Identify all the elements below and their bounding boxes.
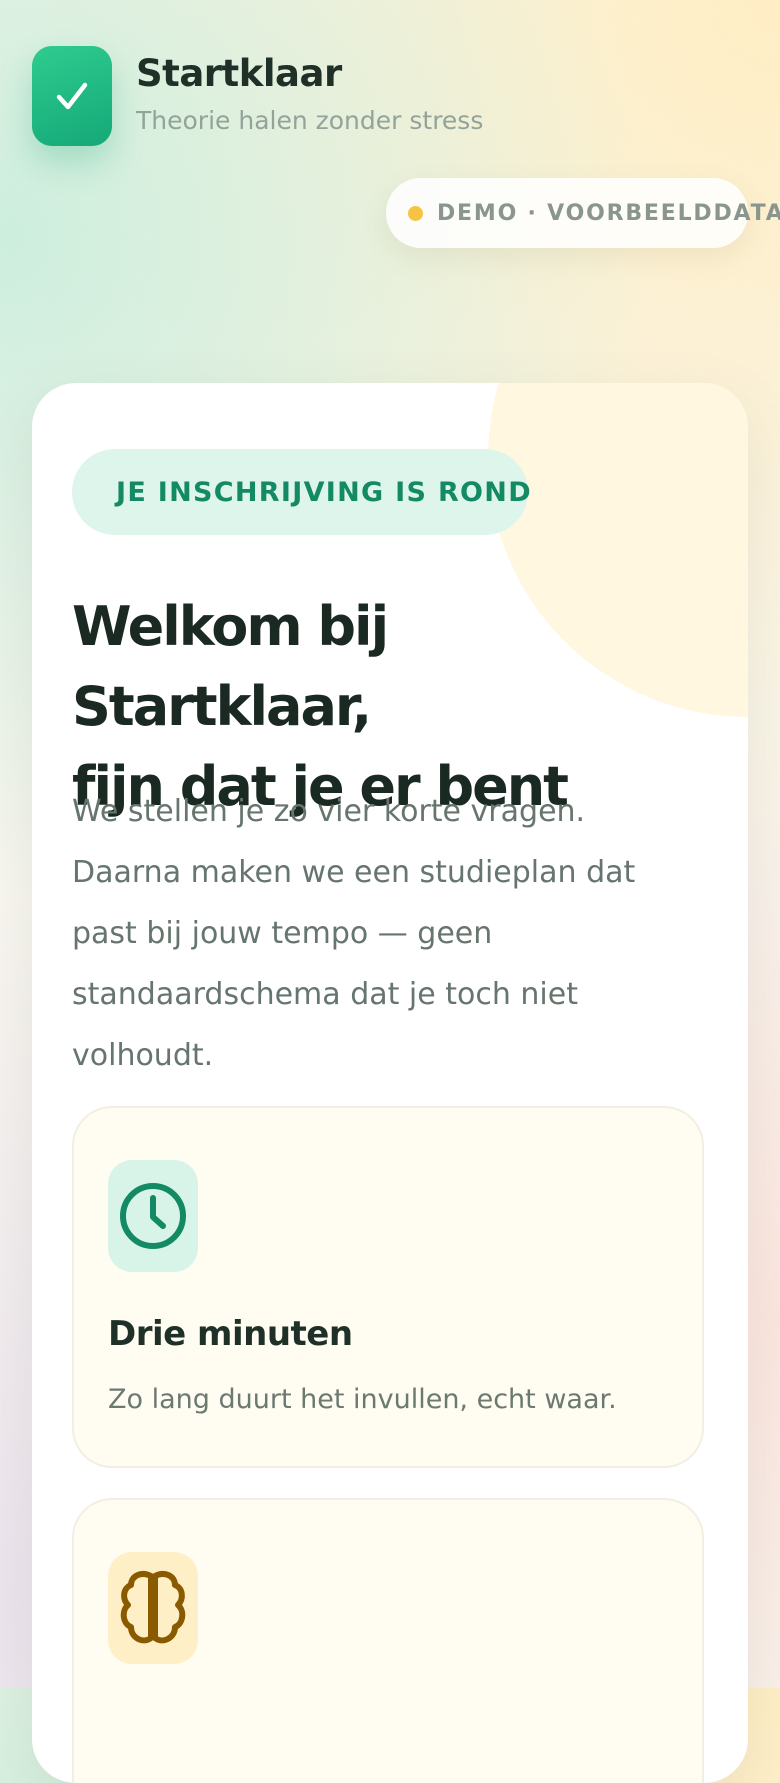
feature-icon-box bbox=[108, 1552, 198, 1664]
status-badge-label: JE INSCHRIJVING IS ROND bbox=[116, 476, 532, 508]
demo-badge-label: DEMO · VOORBEELDDATA bbox=[437, 200, 780, 226]
demo-badge: DEMO · VOORBEELDDATA bbox=[386, 178, 780, 248]
welcome-card: JE INSCHRIJVING IS ROND Welkom bij Start… bbox=[32, 383, 748, 1783]
intro-text: We stellen je zo vier korte vragen. Daar… bbox=[72, 794, 636, 1073]
status-badge: JE INSCHRIJVING IS ROND bbox=[72, 449, 531, 535]
feature-title: Drie minuten bbox=[108, 1314, 353, 1354]
brain-icon bbox=[120, 1571, 186, 1644]
check-icon bbox=[56, 82, 88, 110]
feature-card: Drie minuten Zo lang duurt het invullen,… bbox=[72, 1106, 704, 1468]
app-name: Startklaar bbox=[136, 52, 342, 95]
app-tagline: Theorie halen zonder stress bbox=[136, 106, 484, 135]
feature-card bbox=[72, 1498, 704, 1783]
page-title-line-1: Welkom bij Startklaar, bbox=[72, 595, 389, 738]
status-dot bbox=[408, 205, 423, 221]
clock-icon bbox=[120, 1183, 186, 1249]
feature-description: Zo lang duurt het invullen, echt waar. bbox=[108, 1384, 617, 1415]
feature-icon-box bbox=[108, 1160, 198, 1272]
app-logo bbox=[32, 46, 112, 146]
